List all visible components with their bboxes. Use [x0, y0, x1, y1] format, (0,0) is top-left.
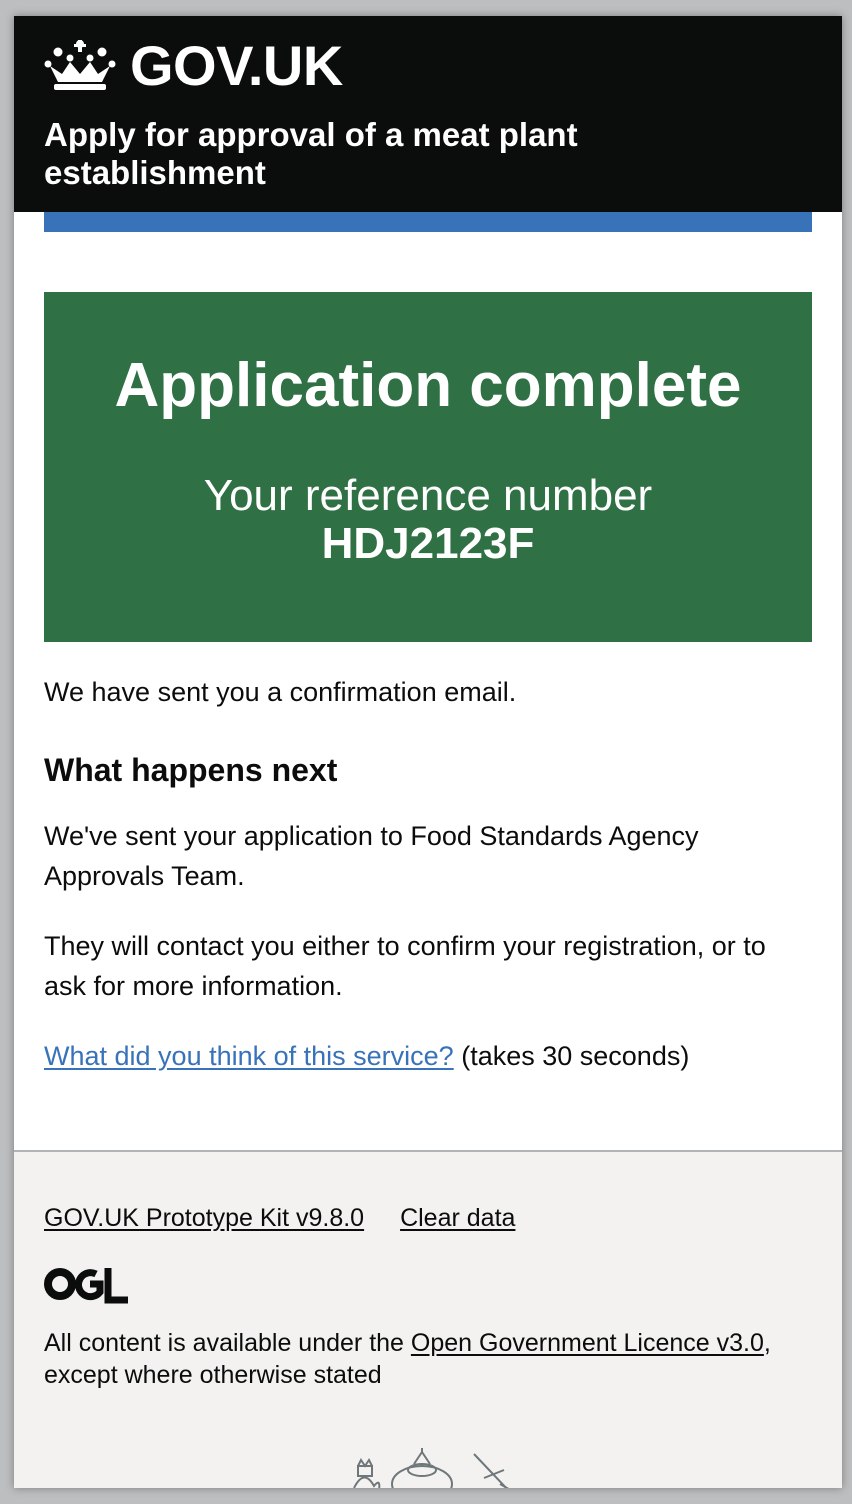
reference-number: HDJ2123F — [321, 519, 535, 568]
header-accent-bar — [44, 212, 812, 232]
panel-body: Your reference number HDJ2123F — [44, 472, 812, 568]
panel-title: Application complete — [114, 351, 742, 420]
confirmation-panel: Application complete Your reference numb… — [44, 292, 812, 642]
ogl-logo-icon — [44, 1268, 128, 1304]
next-steps-para-2: They will contact you either to confirm … — [44, 931, 766, 1001]
royal-coat-of-arms-icon — [353, 1448, 510, 1488]
crown-icon — [44, 40, 116, 90]
service-name-link[interactable]: Apply for approval of a meat plant estab… — [44, 116, 644, 192]
site-footer: GOV.UK Prototype Kit v9.8.0 Clear data A… — [14, 1150, 842, 1488]
govuk-logo-text: GOV.UK — [130, 34, 343, 97]
next-steps-heading: What happens next — [44, 752, 338, 788]
email-sent-text: We have sent you a confirmation email. — [44, 677, 517, 707]
licence-text: All content is available under the Open … — [44, 1327, 784, 1391]
browser-viewport: GOV.UK Apply for approval of a meat plan… — [14, 16, 842, 1488]
licence-link[interactable]: Open Government Licence v3.0 — [411, 1329, 764, 1357]
footer-link-clear-data[interactable]: Clear data — [400, 1198, 515, 1238]
site-header: GOV.UK Apply for approval of a meat plan… — [14, 16, 842, 212]
main-content: Application complete Your reference numb… — [14, 232, 842, 1076]
feedback-suffix: (takes 30 seconds) — [453, 1041, 690, 1071]
footer-links: GOV.UK Prototype Kit v9.8.0 Clear data — [44, 1198, 812, 1238]
govuk-logo-link[interactable]: GOV.UK — [44, 36, 812, 96]
reference-label: Your reference number — [203, 471, 653, 520]
footer-link-prototype-kit[interactable]: GOV.UK Prototype Kit v9.8.0 — [44, 1198, 364, 1238]
feedback-paragraph: What did you think of this service? (tak… — [44, 1036, 812, 1076]
feedback-link[interactable]: What did you think of this service? — [44, 1041, 454, 1071]
licence-prefix: All content is available under the — [44, 1329, 411, 1357]
next-steps-para-1: We've sent your application to Food Stan… — [44, 821, 699, 891]
